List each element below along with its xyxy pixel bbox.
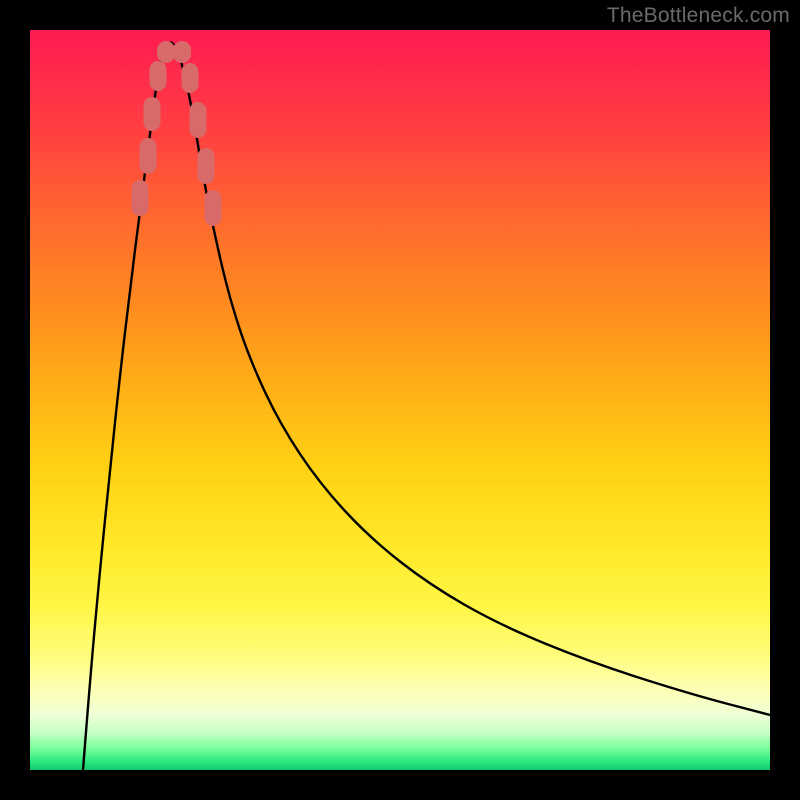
data-marker — [140, 138, 157, 174]
chart-frame: TheBottleneck.com — [0, 0, 800, 800]
data-marker — [198, 148, 215, 184]
data-marker — [205, 190, 222, 226]
chart-svg — [30, 30, 770, 770]
watermark-text: TheBottleneck.com — [607, 4, 790, 28]
data-marker — [173, 41, 191, 63]
data-marker — [150, 61, 167, 91]
data-marker — [132, 180, 149, 216]
curve-layer — [83, 43, 770, 771]
bottleneck-curve — [83, 43, 770, 771]
plot-area — [30, 30, 770, 770]
data-marker — [157, 41, 175, 63]
data-marker — [182, 63, 199, 93]
data-marker — [190, 102, 207, 138]
data-marker — [144, 97, 161, 131]
marker-layer — [132, 41, 222, 226]
